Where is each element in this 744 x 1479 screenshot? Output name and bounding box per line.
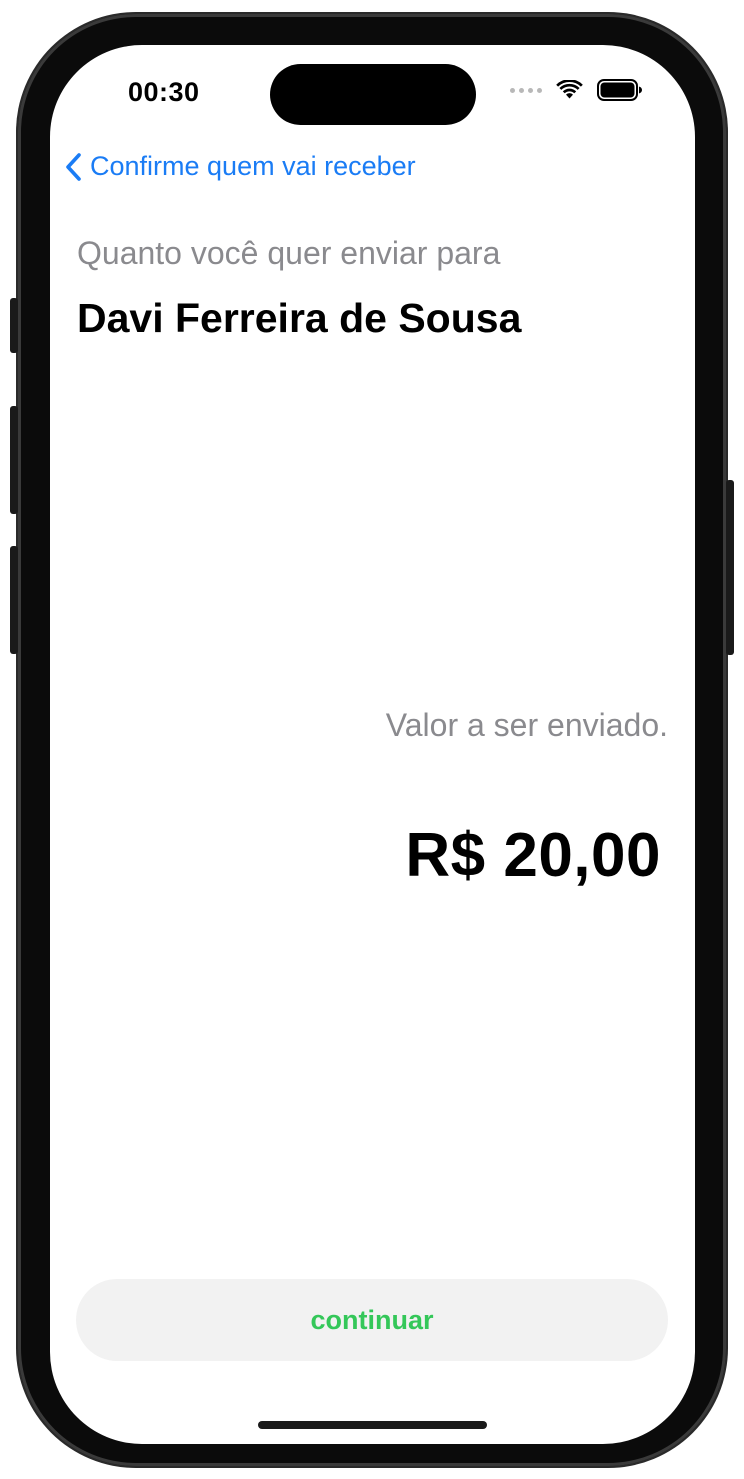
chevron-left-icon xyxy=(66,152,81,181)
status-icons xyxy=(510,79,643,101)
status-time: 00:30 xyxy=(128,77,200,107)
volume-up-button xyxy=(10,406,18,514)
continue-button[interactable]: continuar xyxy=(76,1279,668,1361)
amount-value[interactable]: R$ 20,00 xyxy=(405,820,661,891)
power-button xyxy=(726,480,734,655)
amount-prompt: Quanto você quer enviar para xyxy=(77,235,501,271)
battery-icon xyxy=(597,79,642,101)
dynamic-island xyxy=(270,64,476,125)
recipient-name: Davi Ferreira de Sousa xyxy=(77,295,522,341)
home-indicator[interactable] xyxy=(258,1421,487,1429)
back-button[interactable]: Confirme quem vai receber xyxy=(64,151,416,182)
phone-screen: 00:30 Confirme quem vai receber Quanto v… xyxy=(50,45,695,1444)
wifi-icon xyxy=(556,80,583,99)
back-button-label: Confirme quem vai receber xyxy=(90,151,416,181)
amount-label: Valor a ser enviado. xyxy=(385,707,668,743)
volume-down-button xyxy=(10,546,18,654)
cellular-signal-icon xyxy=(510,87,542,93)
action-button xyxy=(10,298,18,353)
